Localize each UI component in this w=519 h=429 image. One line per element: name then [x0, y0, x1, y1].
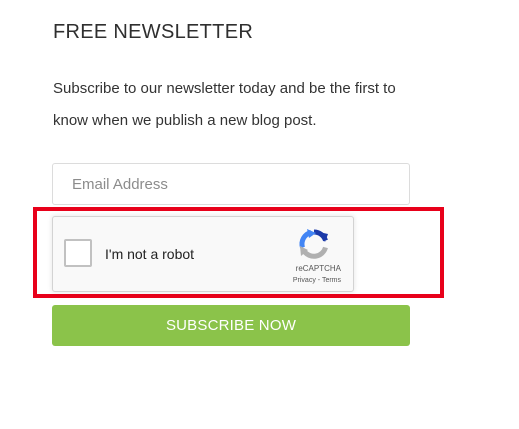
subscribe-button[interactable]: SUBSCRIBE NOW	[52, 305, 410, 346]
recaptcha-label: I'm not a robot	[105, 246, 195, 262]
recaptcha-widget: I'm not a robot reCAPTCHA Privacy - Term…	[52, 216, 354, 292]
newsletter-title: FREE NEWSLETTER	[53, 21, 254, 43]
recaptcha-terms-link[interactable]: Terms	[322, 277, 341, 284]
recaptcha-checkbox[interactable]	[64, 239, 92, 267]
newsletter-description: Subscribe to our newsletter today and be…	[53, 80, 396, 129]
newsletter-widget: FREE NEWSLETTER Subscribe to our newslet…	[0, 0, 519, 429]
email-input[interactable]	[52, 163, 410, 205]
recaptcha-brand: reCAPTCHA	[295, 264, 341, 273]
recaptcha-privacy-link[interactable]: Privacy	[293, 277, 316, 284]
recaptcha-links: Privacy - Terms	[293, 277, 341, 284]
recaptcha-logo-icon	[299, 229, 328, 259]
